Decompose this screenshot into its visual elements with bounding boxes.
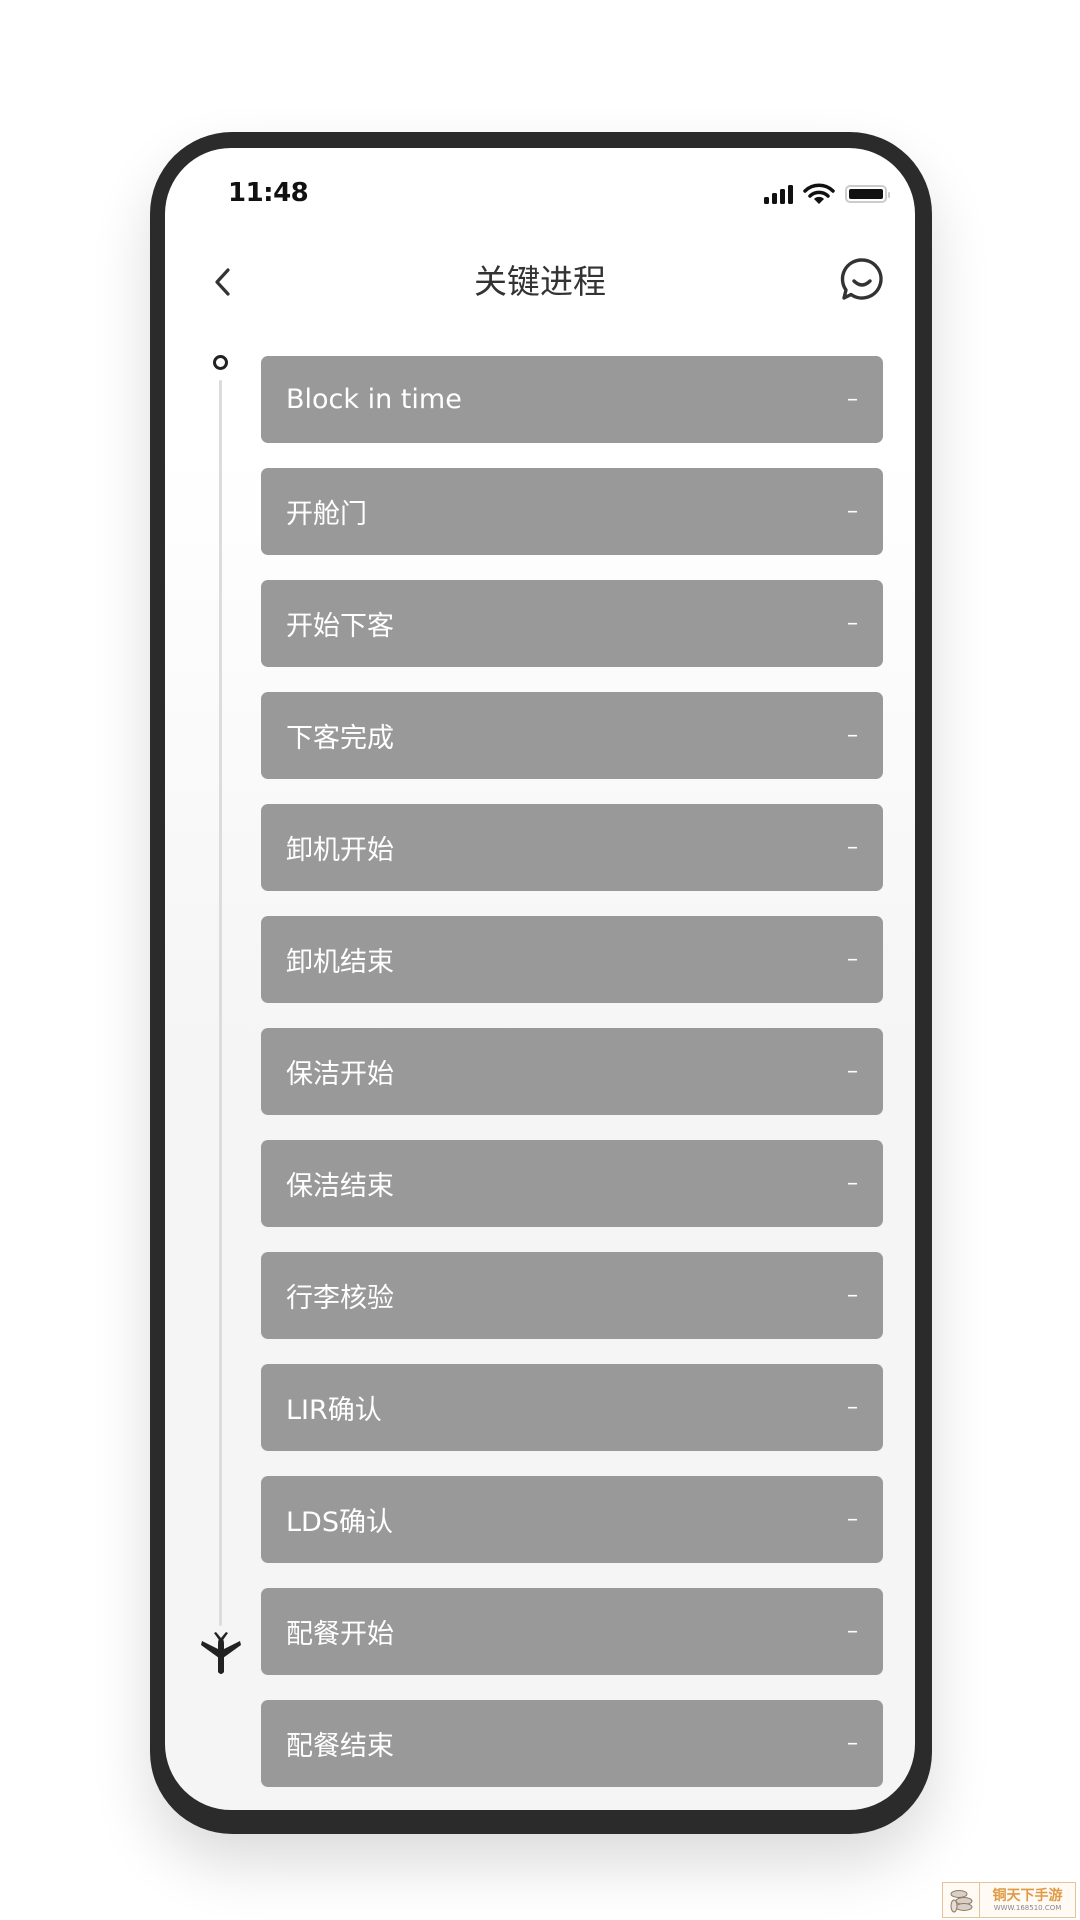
status-time: 11:48 — [228, 178, 309, 208]
milestone-label: 配餐开始 — [286, 1619, 394, 1650]
milestone-label: 开舱门 — [286, 499, 367, 530]
milestone-value: – — [847, 1395, 858, 1420]
milestone-value: – — [847, 1619, 858, 1644]
milestone-value: – — [847, 1171, 858, 1196]
milestone-label: 保洁结束 — [286, 1171, 394, 1202]
milestone-value: – — [847, 1507, 858, 1532]
milestone-value: – — [847, 1059, 858, 1084]
battery-icon — [845, 185, 890, 203]
milestone-card[interactable]: 卸机结束 – — [261, 916, 883, 1003]
page-title: 关键进程 — [474, 262, 606, 301]
milestone-card[interactable]: 开舱门 – — [261, 468, 883, 555]
chat-button[interactable] — [839, 256, 885, 302]
wifi-icon — [803, 183, 835, 204]
milestone-label: 卸机开始 — [286, 835, 394, 866]
milestone-card[interactable]: Block in time – — [261, 356, 883, 443]
watermark-url: WWW.168510.COM — [993, 1903, 1062, 1912]
milestone-card[interactable]: 配餐结束 – — [261, 1700, 883, 1787]
watermark: 铜天下手游 WWW.168510.COM — [942, 1882, 1076, 1918]
milestone-label: 保洁开始 — [286, 1059, 394, 1090]
milestone-card[interactable]: 卸机开始 – — [261, 804, 883, 891]
milestone-card[interactable]: 下客完成 – — [261, 692, 883, 779]
coins-logo-icon — [943, 1883, 980, 1917]
phone-screen: 11:48 关键进程 Block in time – 开舱门 – 开始下客 – … — [165, 148, 915, 1810]
milestone-value: – — [847, 611, 858, 636]
timeline-line — [219, 380, 222, 1626]
milestone-value: – — [847, 387, 858, 412]
timeline-start-circle-icon — [213, 355, 228, 370]
milestone-card[interactable]: LIR确认 – — [261, 1364, 883, 1451]
milestone-label: LIR确认 — [286, 1395, 382, 1426]
milestone-value: – — [847, 499, 858, 524]
chat-bubble-icon — [840, 258, 883, 300]
milestone-card[interactable]: 保洁结束 – — [261, 1140, 883, 1227]
milestone-card[interactable]: 开始下客 – — [261, 580, 883, 667]
milestone-value: – — [847, 947, 858, 972]
milestone-value: – — [847, 1731, 858, 1756]
milestone-card[interactable]: 配餐开始 – — [261, 1588, 883, 1675]
milestone-value: – — [847, 723, 858, 748]
watermark-title: 铜天下手游 — [992, 1887, 1063, 1904]
milestone-card[interactable]: 行李核验 – — [261, 1252, 883, 1339]
milestone-label: 配餐结束 — [286, 1731, 394, 1762]
milestone-label: 开始下客 — [286, 611, 394, 642]
milestone-list: Block in time – 开舱门 – 开始下客 – 下客完成 – 卸机开始 – 卸机… — [261, 356, 883, 1810]
milestone-label: LDS确认 — [286, 1507, 393, 1538]
milestone-label: Block in time — [286, 384, 462, 415]
milestone-label: 卸机结束 — [286, 947, 394, 978]
milestone-value: – — [847, 1283, 858, 1308]
milestone-label: 行李核验 — [286, 1283, 394, 1314]
milestone-value: – — [847, 835, 858, 860]
status-icons — [764, 183, 890, 204]
milestone-card[interactable]: 保洁开始 – — [261, 1028, 883, 1115]
airplane-icon — [201, 1632, 241, 1674]
signal-icon — [764, 184, 793, 204]
milestone-card[interactable]: LDS确认 – — [261, 1476, 883, 1563]
milestone-label: 下客完成 — [286, 723, 394, 754]
